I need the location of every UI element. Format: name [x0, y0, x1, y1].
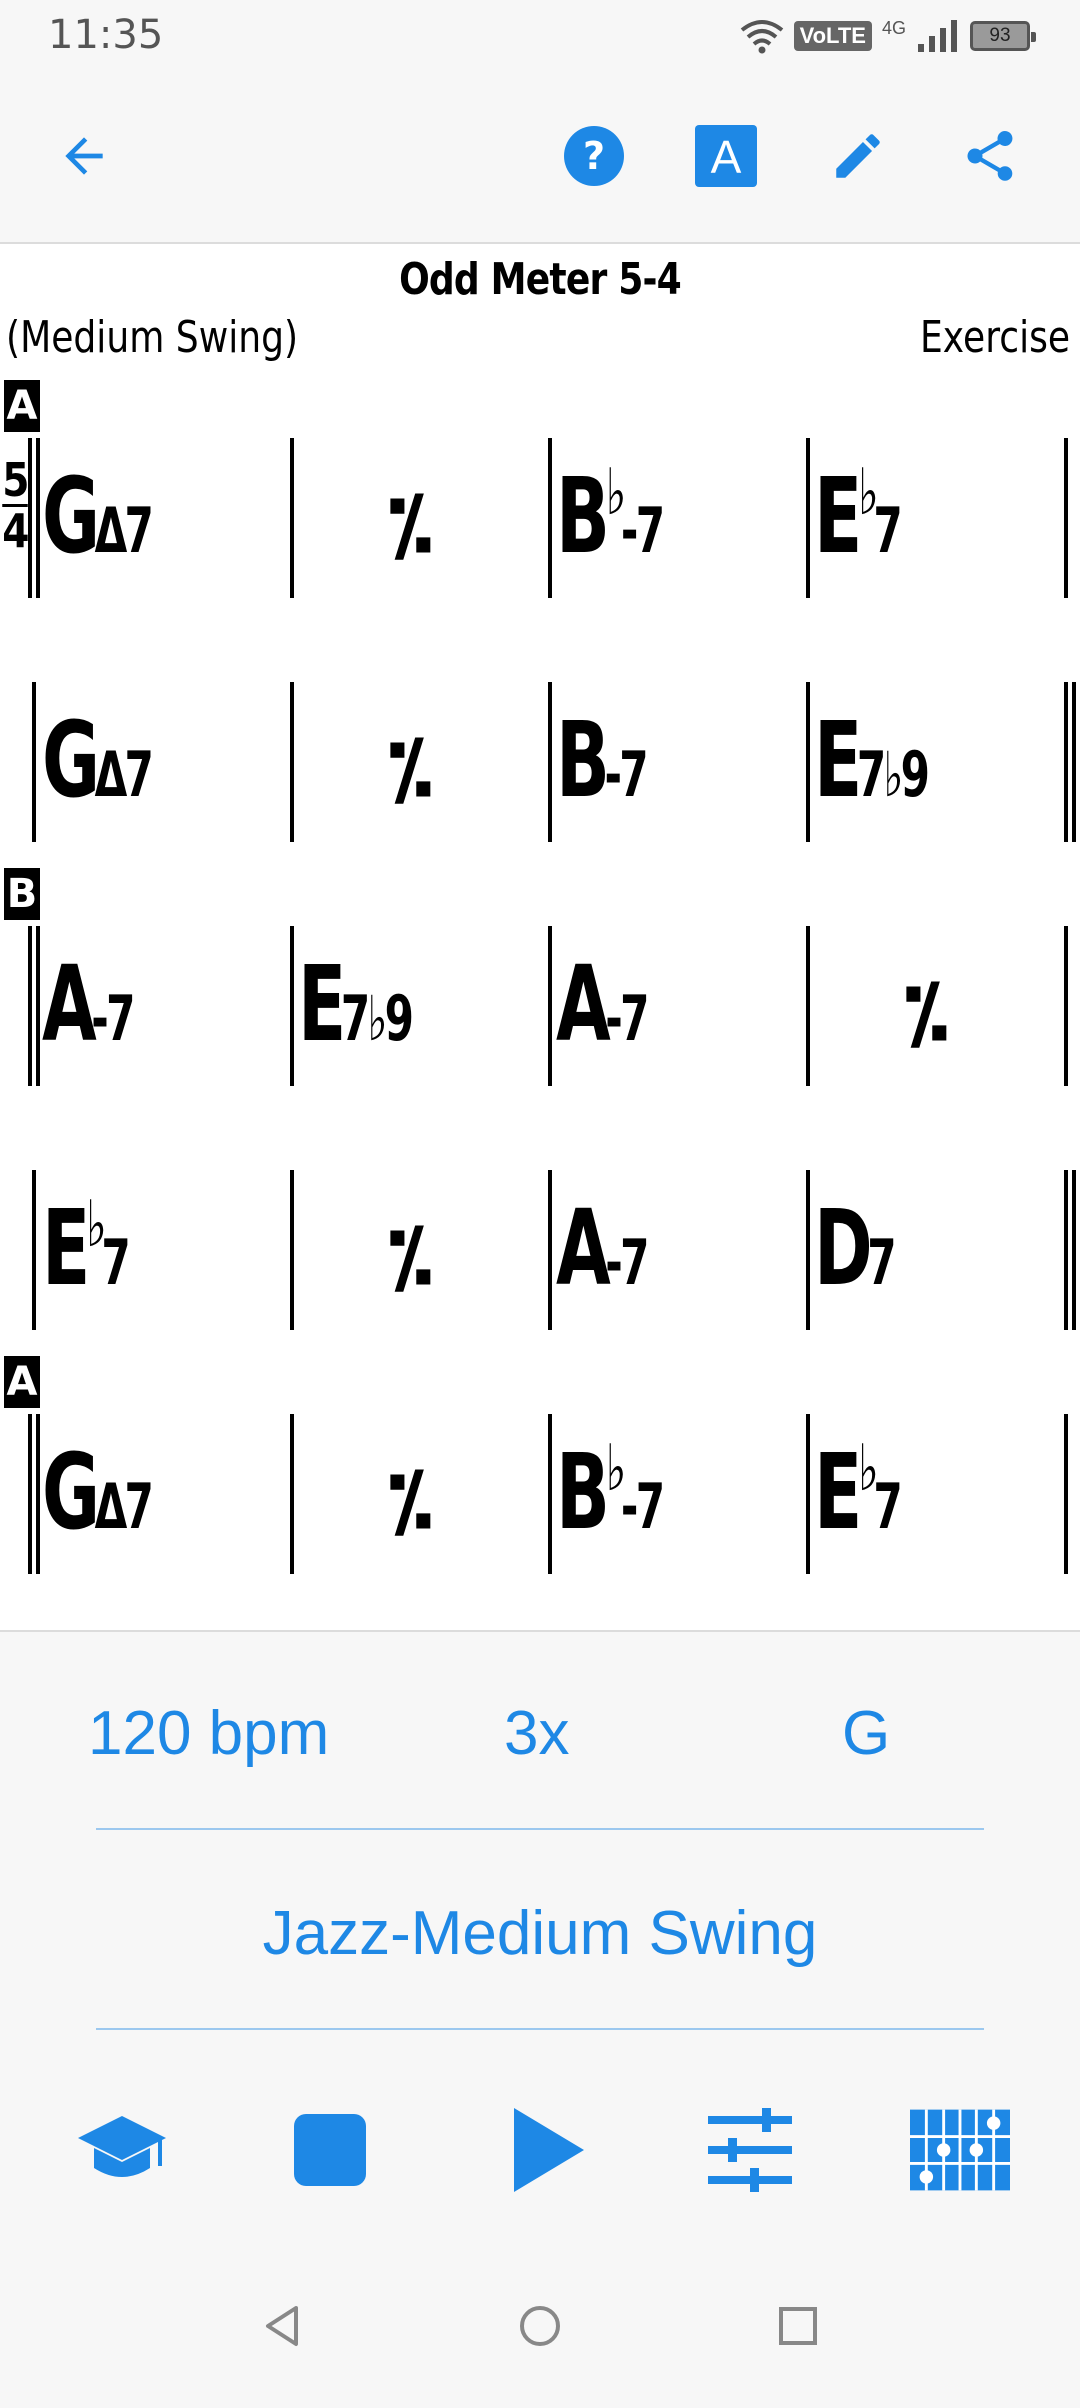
repeats-button[interactable]: 3x: [504, 1698, 569, 1769]
chart-row: A-7 E7♭9 A-7 ⁒: [0, 926, 1080, 1086]
mixer-button[interactable]: [700, 2100, 800, 2200]
repeat-bar-symbol: ⁒: [904, 966, 949, 1059]
chord-symbol: A-7: [556, 943, 649, 1065]
chord-symbol: B♭-7: [556, 455, 665, 577]
chart-row: E♭7 ⁒ A-7 D7: [0, 1170, 1080, 1330]
play-icon: [514, 2108, 584, 2192]
chart-bar[interactable]: D7: [808, 1170, 1066, 1330]
svg-text:A: A: [711, 131, 742, 183]
chart-row: GΔ7 ⁒ B♭-7 E♭7: [0, 1414, 1080, 1574]
edit-button[interactable]: [824, 122, 892, 190]
mixer-sliders-icon: [708, 2108, 792, 2192]
clock: 11:35: [48, 12, 164, 58]
help-icon: ?: [564, 126, 624, 186]
chart-bar[interactable]: B♭-7: [550, 1414, 808, 1574]
chord-symbol: A-7: [556, 1187, 649, 1309]
status-icons: VoLTE 4G 93: [740, 14, 1036, 58]
time-sig-bottom: 4: [2, 504, 30, 558]
tempo-button[interactable]: 120 bpm: [88, 1698, 329, 1769]
rehearsal-mark: B: [4, 868, 40, 920]
drum-grid-icon: [910, 2109, 1010, 2191]
share-button[interactable]: [956, 122, 1024, 190]
repeat-bar-symbol: ⁒: [388, 478, 433, 571]
chart-bar[interactable]: E7♭9: [808, 682, 1066, 842]
back-button[interactable]: [50, 122, 118, 190]
nav-back-icon: [266, 2306, 298, 2346]
play-button[interactable]: [498, 2100, 598, 2200]
nav-back-button[interactable]: [252, 2296, 312, 2356]
chord-symbol: E♭7: [814, 455, 903, 577]
chord-symbol: E♭7: [814, 1431, 903, 1553]
style-selector[interactable]: Jazz-Medium Swing: [0, 1898, 1080, 1969]
stop-button[interactable]: [280, 2100, 380, 2200]
composer: Exercise: [919, 312, 1070, 363]
nav-recents-button[interactable]: [768, 2296, 828, 2356]
song-style: (Medium Swing): [6, 312, 299, 363]
chart-bar[interactable]: A-7: [550, 1170, 808, 1330]
chord-symbol: A-7: [42, 943, 135, 1065]
signal-icon: [918, 20, 957, 52]
chart-bar[interactable]: ⁒: [292, 1414, 550, 1574]
chart-bar[interactable]: B-7: [550, 682, 808, 842]
chart-bar[interactable]: ⁒: [292, 1170, 550, 1330]
chord-symbol: D7: [814, 1187, 897, 1309]
time-sig-top: 5: [2, 453, 30, 507]
rehearsal-mark: A: [4, 380, 40, 432]
chart-bar[interactable]: GΔ7: [36, 1414, 294, 1574]
chart-bar[interactable]: ⁒: [292, 682, 550, 842]
chord-chart[interactable]: Odd Meter 5-4 (Medium Swing) Exercise A …: [0, 244, 1080, 1632]
chart-bar[interactable]: B♭-7: [550, 438, 808, 598]
chord-symbol: E7♭9: [298, 943, 414, 1065]
chart-bar[interactable]: A-7: [36, 926, 294, 1086]
wifi-icon: [740, 20, 783, 54]
chart-bar[interactable]: A-7: [550, 926, 808, 1086]
chart-bar[interactable]: GΔ7: [36, 438, 294, 598]
chord-symbol: B-7: [556, 699, 649, 821]
practice-button[interactable]: [72, 2100, 172, 2200]
playback-settings: 120 bpm 3x G Jazz-Medium Swing: [0, 1632, 1080, 2052]
chord-symbol: E♭7: [42, 1187, 131, 1309]
network-type: 4G: [881, 17, 906, 38]
volte-badge: VoLTE: [793, 21, 872, 51]
repeat-bar-symbol: ⁒: [388, 722, 433, 815]
chord-symbol: E7♭9: [814, 699, 930, 821]
chart-bar[interactable]: ⁒: [292, 438, 550, 598]
chord-symbol: GΔ7: [42, 1431, 154, 1553]
nav-home-button[interactable]: [510, 2296, 570, 2356]
time-signature: 5 4: [2, 457, 29, 554]
chart-bar[interactable]: E♭7: [808, 1414, 1066, 1574]
divider: [96, 1828, 984, 1830]
chart-row: 5 4 GΔ7 ⁒ B♭-7 E♭7: [0, 438, 1080, 598]
rehearsal-mark: A: [4, 1356, 40, 1408]
repeat-bar-symbol: ⁒: [388, 1454, 433, 1547]
font-button[interactable]: A: [692, 122, 760, 190]
chord-symbol: GΔ7: [42, 699, 154, 821]
help-button[interactable]: ?: [560, 122, 628, 190]
svg-text:?: ?: [583, 134, 605, 178]
graduation-cap-icon: [78, 2116, 166, 2177]
repeat-bar-symbol: ⁒: [388, 1210, 433, 1303]
chart-bar[interactable]: E7♭9: [292, 926, 550, 1086]
nav-recents-icon: [779, 2307, 817, 2345]
chord-symbol: B♭-7: [556, 1431, 665, 1553]
chart-bar[interactable]: E♭7: [808, 438, 1066, 598]
back-arrow-icon: [65, 137, 103, 175]
share-icon: [967, 131, 1013, 181]
divider: [96, 2028, 984, 2030]
edit-pencil-icon: [836, 134, 880, 178]
battery-icon: 93: [970, 21, 1036, 51]
drum-grid-button[interactable]: [910, 2100, 1010, 2200]
status-bar: 11:35 VoLTE 4G 93: [0, 0, 1080, 72]
nav-home-icon: [520, 2306, 560, 2346]
font-a-icon: A: [695, 125, 757, 187]
key-button[interactable]: G: [842, 1698, 890, 1769]
app-bar: ? A: [0, 72, 1080, 244]
chart-bar[interactable]: GΔ7: [36, 682, 294, 842]
chart-row: GΔ7 ⁒ B-7 E7♭9: [0, 682, 1080, 842]
song-title: Odd Meter 5-4: [399, 254, 682, 305]
stop-icon: [294, 2114, 366, 2186]
chart-bar[interactable]: ⁒: [808, 926, 1066, 1086]
chord-symbol: GΔ7: [42, 455, 154, 577]
chart-bar[interactable]: E♭7: [36, 1170, 294, 1330]
